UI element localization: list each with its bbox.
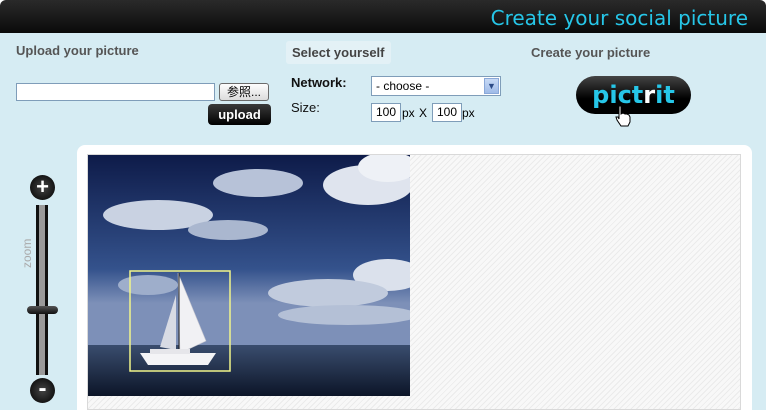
app-title: Create your social picture	[490, 6, 748, 30]
uploaded-photo[interactable]	[88, 155, 410, 396]
zoom-slider-thumb[interactable]	[27, 306, 58, 314]
network-select[interactable]: - choose - ▼	[371, 76, 501, 96]
upload-heading: Upload your picture	[16, 43, 139, 58]
width-unit: px	[402, 106, 415, 120]
times-sign: X	[419, 106, 428, 120]
height-unit: px	[462, 106, 475, 120]
network-select-value: - choose -	[376, 79, 430, 93]
hand-cursor-icon	[615, 105, 631, 127]
create-heading: Create your picture	[531, 45, 651, 60]
pictrit-button[interactable]: pictrit	[576, 76, 691, 114]
size-label: Size:	[291, 100, 320, 115]
browse-button[interactable]: 参照...	[219, 83, 269, 101]
select-heading: Select yourself	[286, 41, 391, 64]
file-path-input[interactable]	[16, 83, 215, 101]
network-label: Network:	[291, 75, 347, 90]
zoom-out-button[interactable]: -	[30, 377, 55, 403]
pictrit-label-part3: it	[655, 81, 675, 109]
width-input[interactable]: 100	[371, 103, 401, 122]
zoom-in-button[interactable]: +	[30, 175, 55, 200]
height-input[interactable]: 100	[432, 103, 462, 122]
zoom-label: zoom	[20, 238, 34, 268]
pictrit-label-part2: r	[643, 81, 656, 109]
zoom-slider-track[interactable]	[36, 205, 48, 375]
chevron-down-icon[interactable]: ▼	[484, 78, 499, 94]
title-bar: Create your social picture	[0, 0, 766, 33]
upload-button[interactable]: upload	[208, 104, 271, 125]
